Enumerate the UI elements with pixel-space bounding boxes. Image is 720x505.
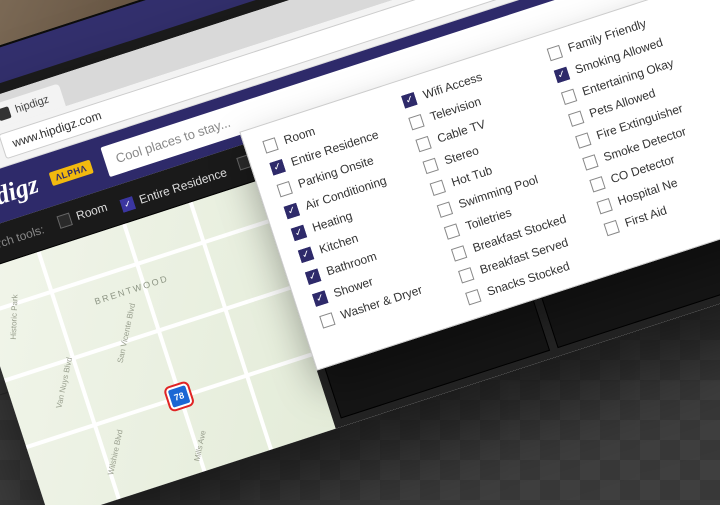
map-neighborhood-label: BRENTWOOD — [93, 273, 170, 306]
checkbox-icon — [561, 88, 577, 104]
tab-label: hipdigz — [14, 93, 51, 115]
checkbox-icon: ✓ — [291, 224, 307, 240]
checkbox-icon: ✓ — [269, 159, 285, 175]
checkbox-icon — [465, 288, 481, 304]
checkbox-icon — [444, 223, 460, 239]
highway-shield-icon: 78 — [165, 383, 193, 411]
street-label: Historic Park — [9, 294, 20, 340]
checkbox-icon — [603, 219, 619, 235]
option-label: Hot Tub — [450, 163, 494, 189]
option-label: First Aid — [623, 203, 669, 230]
checkbox-icon: ✓ — [119, 196, 135, 212]
checkbox-icon — [423, 157, 439, 173]
checkbox-icon — [276, 181, 292, 197]
checkbox-icon — [56, 212, 72, 228]
checkbox-icon — [582, 154, 598, 170]
checkbox-icon — [319, 312, 335, 328]
checkbox-icon — [437, 201, 453, 217]
browser-window: hipdigz www.hipdigz.com hipdigz ΛLPHΛ Co… — [0, 0, 720, 505]
checkbox-icon: ✓ — [312, 290, 328, 306]
checkbox-icon: ✓ — [305, 268, 321, 284]
street-label: Wilshire Blvd — [106, 429, 124, 476]
filter-label: Room — [74, 200, 109, 223]
checkbox-icon — [458, 267, 474, 283]
checkbox-icon: ✓ — [298, 246, 314, 262]
option-label: Kitchen — [318, 231, 360, 257]
checkbox-icon — [546, 44, 562, 60]
quick-filter[interactable]: Room — [56, 200, 109, 229]
checkbox-icon — [262, 137, 278, 153]
checkbox-icon: ✓ — [553, 66, 569, 82]
checkbox-icon: ✓ — [283, 202, 299, 218]
favicon-icon — [0, 106, 12, 121]
option-label: Heating — [310, 209, 354, 235]
checkbox-icon — [409, 113, 425, 129]
checkbox-icon — [589, 176, 605, 192]
street-label: San Vicente Blvd — [116, 303, 137, 364]
checkbox-icon — [575, 132, 591, 148]
checkbox-icon — [451, 245, 467, 261]
checkbox-icon — [416, 135, 432, 151]
option-label: Stereo — [443, 143, 481, 167]
checkbox-icon: ✓ — [401, 92, 417, 108]
option-label: Shower — [332, 274, 375, 300]
checkbox-icon — [568, 110, 584, 126]
checkbox-icon — [596, 198, 612, 214]
option-label: Room — [282, 124, 317, 147]
alpha-badge: ΛLPHΛ — [49, 160, 94, 186]
checkbox-icon — [430, 179, 446, 195]
option-label: Toiletries — [464, 205, 513, 233]
